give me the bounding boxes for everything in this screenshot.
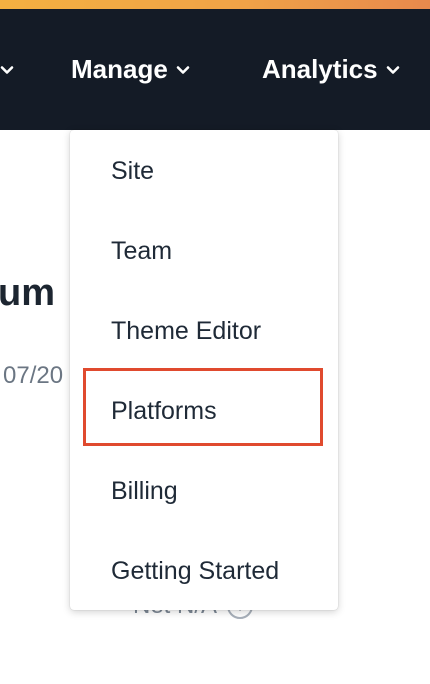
- menu-item-label: Team: [111, 236, 173, 265]
- menu-item-label: Billing: [111, 476, 178, 505]
- menu-item-label: Getting Started: [111, 556, 280, 585]
- top-navbar: Manage Analytics: [0, 9, 430, 130]
- nav-item-label: Manage: [71, 54, 168, 84]
- accent-strip: [0, 0, 430, 9]
- menu-item-label: Platforms: [111, 396, 217, 425]
- menu-item-getting-started[interactable]: Getting Started: [70, 531, 338, 611]
- menu-item-site[interactable]: Site: [70, 131, 338, 211]
- page: Manage Analytics um 07/20 Net N/A i Site…: [0, 0, 430, 684]
- menu-item-theme-editor[interactable]: Theme Editor: [70, 291, 338, 371]
- manage-dropdown-menu: Site Team Theme Editor Platforms Billing…: [70, 130, 338, 610]
- chevron-down-icon: [386, 63, 400, 77]
- chevron-down-icon: [176, 63, 190, 77]
- nav-item-analytics[interactable]: Analytics: [262, 9, 400, 130]
- menu-item-billing[interactable]: Billing: [70, 451, 338, 531]
- chevron-down-icon: [0, 63, 14, 77]
- nav-item-truncated[interactable]: [0, 9, 14, 130]
- menu-item-label: Site: [111, 156, 155, 185]
- menu-item-platforms[interactable]: Platforms: [70, 371, 338, 451]
- nav-item-label: Analytics: [262, 54, 378, 84]
- nav-item-manage[interactable]: Manage: [71, 9, 190, 130]
- page-heading-fragment: um: [0, 272, 55, 314]
- date-fragment: 07/20: [3, 362, 64, 389]
- menu-item-label: Theme Editor: [111, 316, 262, 345]
- menu-item-team[interactable]: Team: [70, 211, 338, 291]
